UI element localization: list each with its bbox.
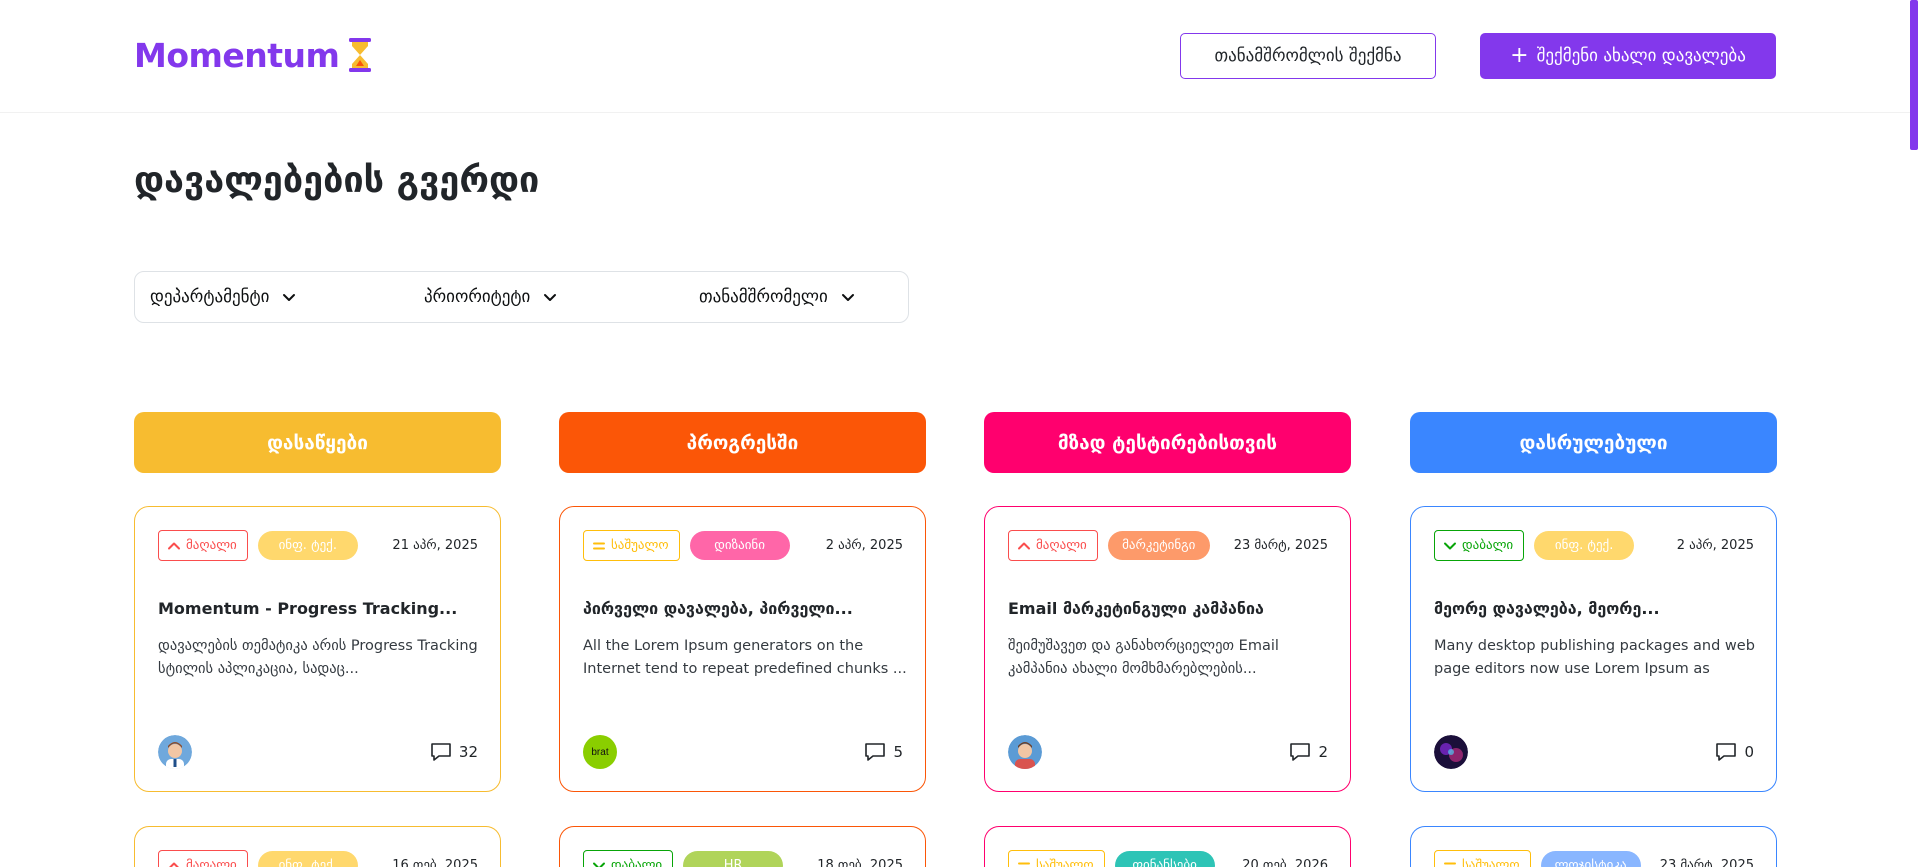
- column-header-todo: დასაწყები: [134, 412, 501, 473]
- task-card[interactable]: მაღალი ინფ. ტექ. 16 თებ, 2025: [134, 826, 501, 867]
- comment-icon: [1716, 743, 1737, 761]
- comment-icon: [1290, 743, 1311, 761]
- column-header-in-progress: პროგრესში: [559, 412, 926, 473]
- due-date: 23 მარტ, 2025: [1659, 858, 1754, 867]
- priority-badge: მაღალი: [158, 850, 248, 867]
- logo-text: Momentum: [134, 35, 340, 75]
- comments-counter[interactable]: 5: [863, 741, 903, 763]
- avatar: [1008, 735, 1042, 769]
- due-date: 20 თებ, 2026: [1242, 858, 1328, 867]
- department-badge: HR: [683, 851, 784, 867]
- task-title: Momentum - Progress Tracking...: [158, 599, 458, 618]
- chevron-down-icon: [544, 294, 557, 301]
- priority-high-icon: [168, 542, 180, 549]
- chevron-down-icon: [283, 294, 296, 301]
- task-card[interactable]: დაბალი HR 18 თებ, 2025: [559, 826, 926, 867]
- filter-bar: დეპარტამენტი პრიორიტეტი თანამშრომელი: [134, 271, 909, 323]
- department-badge: მარკეტინგი: [1107, 531, 1210, 560]
- avatar-text: brat: [591, 746, 609, 758]
- priority-high-icon: [168, 862, 180, 867]
- priority-medium-icon: [1444, 862, 1456, 867]
- avatar-image: [1008, 735, 1042, 769]
- avatar: [1434, 735, 1468, 769]
- column-header-done: დასრულებული: [1410, 412, 1777, 473]
- scrollbar-thumb[interactable]: [1910, 0, 1918, 150]
- avatar: [158, 735, 192, 769]
- filter-employee[interactable]: თანამშრომელი: [699, 272, 856, 322]
- priority-badge: მაღალი: [158, 530, 248, 561]
- avatar: brat: [583, 735, 617, 769]
- priority-badge: დაბალი: [1434, 530, 1525, 561]
- priority-medium-icon: [1018, 862, 1030, 867]
- task-description: შეიმუშავეთ და განახორციელეთ Email კამპან…: [1008, 638, 1279, 677]
- comment-icon: [865, 743, 886, 761]
- due-date: 21 აპრ, 2025: [392, 538, 478, 553]
- comments-counter[interactable]: 32: [429, 741, 478, 763]
- department-badge: ინფ. ტექ.: [257, 851, 358, 867]
- priority-medium-icon: [593, 542, 605, 549]
- task-card[interactable]: მაღალი მარკეტინგი 23 მარტ, 2025 Email მა…: [984, 506, 1351, 792]
- avatar-image: [1434, 735, 1468, 769]
- task-title: პირველი დავალება, პირველი...: [583, 599, 853, 618]
- column-header-testing: მზად ტესტირებისთვის: [984, 412, 1351, 473]
- hourglass-icon: [349, 38, 372, 72]
- priority-low-icon: [1444, 542, 1456, 549]
- due-date: 2 აპრ, 2025: [1676, 538, 1754, 553]
- priority-low-icon: [593, 862, 605, 867]
- comments-counter[interactable]: 2: [1288, 741, 1328, 763]
- priority-badge: დაბალი: [583, 850, 674, 867]
- due-date: 23 მარტ, 2025: [1233, 538, 1328, 553]
- department-badge: ფინანსები: [1114, 851, 1215, 867]
- task-card[interactable]: დაბალი ინფ. ტექ. 2 აპრ, 2025 მეორე დავალ…: [1410, 506, 1777, 792]
- task-title: Email მარკეტინგული კამპანია: [1008, 599, 1264, 618]
- filter-employee-label: თანამშრომელი: [699, 287, 828, 307]
- create-employee-button[interactable]: თანამშრომლის შექმნა: [1180, 33, 1436, 79]
- filter-priority-label: პრიორიტეტი: [424, 287, 531, 307]
- comments-counter[interactable]: 0: [1714, 741, 1754, 763]
- task-card[interactable]: მაღალი ინფ. ტექ. 21 აპრ, 2025 Momentum -…: [134, 506, 501, 792]
- page-title: დავალებების გვერდი: [134, 160, 540, 201]
- filter-department-label: დეპარტამენტი: [150, 287, 270, 307]
- department-badge: ლოჯისტიკა: [1540, 851, 1641, 867]
- filter-department[interactable]: დეპარტამენტი: [150, 272, 297, 322]
- priority-badge: საშუალო: [1008, 850, 1105, 867]
- department-badge: ინფ. ტექ.: [257, 531, 358, 560]
- department-badge: დიზაინი: [689, 531, 790, 560]
- due-date: 18 თებ, 2025: [817, 858, 903, 867]
- filter-priority[interactable]: პრიორიტეტი: [424, 272, 558, 322]
- chevron-down-icon: [841, 294, 854, 301]
- create-task-button[interactable]: + შექმენი ახალი დავალება: [1480, 33, 1776, 79]
- due-date: 16 თებ, 2025: [392, 858, 478, 867]
- logo[interactable]: Momentum: [134, 34, 373, 76]
- department-badge: ინფ. ტექ.: [1534, 531, 1635, 560]
- create-task-label: შექმენი ახალი დავალება: [1536, 46, 1746, 66]
- header: Momentum თანამშრომლის შექმნა + შექმენი ა…: [0, 0, 1918, 113]
- task-card[interactable]: საშუალო ფინანსები 20 თებ, 2026: [984, 826, 1351, 867]
- task-description: Many desktop publishing packages and web…: [1434, 638, 1755, 677]
- priority-badge: მაღალი: [1008, 530, 1098, 561]
- due-date: 2 აპრ, 2025: [825, 538, 903, 553]
- priority-badge: საშუალო: [583, 530, 680, 561]
- task-card[interactable]: საშუალო დიზაინი 2 აპრ, 2025 პირველი დავა…: [559, 506, 926, 792]
- avatar-image: [158, 735, 192, 769]
- plus-icon: +: [1510, 43, 1529, 68]
- priority-high-icon: [1018, 542, 1030, 549]
- task-card[interactable]: საშუალო ლოჯისტიკა 23 მარტ, 2025: [1410, 826, 1777, 867]
- task-description: All the Lorem Ipsum generators on the In…: [583, 638, 907, 677]
- task-description: დავალების თემატიკა არის Progress Trackin…: [158, 638, 478, 677]
- task-title: მეორე დავალება, მეორე...: [1434, 599, 1660, 618]
- priority-badge: საშუალო: [1434, 850, 1531, 867]
- comment-icon: [431, 743, 451, 761]
